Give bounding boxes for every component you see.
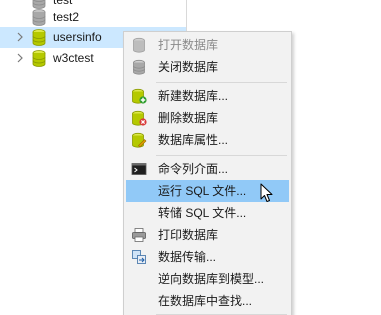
menu-item-delete-database[interactable]: 删除数据库 [126, 107, 289, 129]
database-context-menu: 打开数据库 关闭数据库 新建数据库... 删除数据库 数据库属性... 命令列介… [123, 31, 292, 315]
menu-item-print-database[interactable]: 打印数据库 [126, 224, 289, 246]
tree-item-label: test2 [53, 10, 80, 24]
tree-item-test2[interactable]: test2 [0, 7, 186, 28]
database-icon [32, 50, 46, 67]
data-transfer-icon [132, 250, 146, 264]
console-icon [131, 163, 147, 175]
menu-item-reverse-to-model[interactable]: 逆向数据库到模型... [126, 268, 289, 290]
new-database-icon [132, 88, 147, 104]
menu-item-close-database[interactable]: 关闭数据库 [126, 56, 289, 78]
database-properties-icon [132, 132, 147, 148]
chevron-right-icon[interactable] [15, 32, 25, 42]
menu-item-database-properties[interactable]: 数据库属性... [126, 129, 289, 151]
printer-icon [132, 228, 146, 242]
chevron-right-icon[interactable] [15, 53, 25, 63]
menu-item-command-line[interactable]: 命令列介面... [126, 158, 289, 180]
menu-separator [156, 155, 287, 156]
database-icon [32, 29, 46, 46]
menu-item-label: 新建数据库... [158, 89, 229, 103]
menu-item-label: 打印数据库 [158, 228, 219, 242]
menu-item-label: 转储 SQL 文件... [158, 206, 247, 220]
menu-item-data-transfer[interactable]: 数据传输... [126, 246, 289, 268]
tree-item-label: usersinfo [53, 30, 102, 44]
database-icon [32, 9, 46, 26]
mouse-cursor-icon [260, 183, 273, 202]
menu-item-label: 数据库属性... [158, 133, 229, 147]
close-database-icon [133, 59, 145, 75]
menu-item-label: 逆向数据库到模型... [158, 272, 265, 286]
open-database-icon [133, 37, 145, 53]
delete-database-icon [132, 110, 147, 126]
menu-item-label: 命令列介面... [158, 162, 229, 176]
menu-item-label: 关闭数据库 [158, 60, 219, 74]
menu-item-label: 在数据库中查找... [158, 294, 253, 308]
menu-item-label: 数据传输... [158, 250, 217, 264]
menu-item-new-database[interactable]: 新建数据库... [126, 85, 289, 107]
menu-separator [156, 82, 287, 83]
menu-item-find-in-database[interactable]: 在数据库中查找... [126, 290, 289, 312]
menu-item-label: 删除数据库 [158, 111, 219, 125]
menu-item-dump-sql-file[interactable]: 转储 SQL 文件... [126, 202, 289, 224]
menu-item-label: 打开数据库 [158, 38, 219, 52]
menu-item-open-database: 打开数据库 [126, 34, 289, 56]
tree-item-label: w3ctest [53, 51, 94, 65]
menu-item-label: 运行 SQL 文件... [158, 184, 247, 198]
